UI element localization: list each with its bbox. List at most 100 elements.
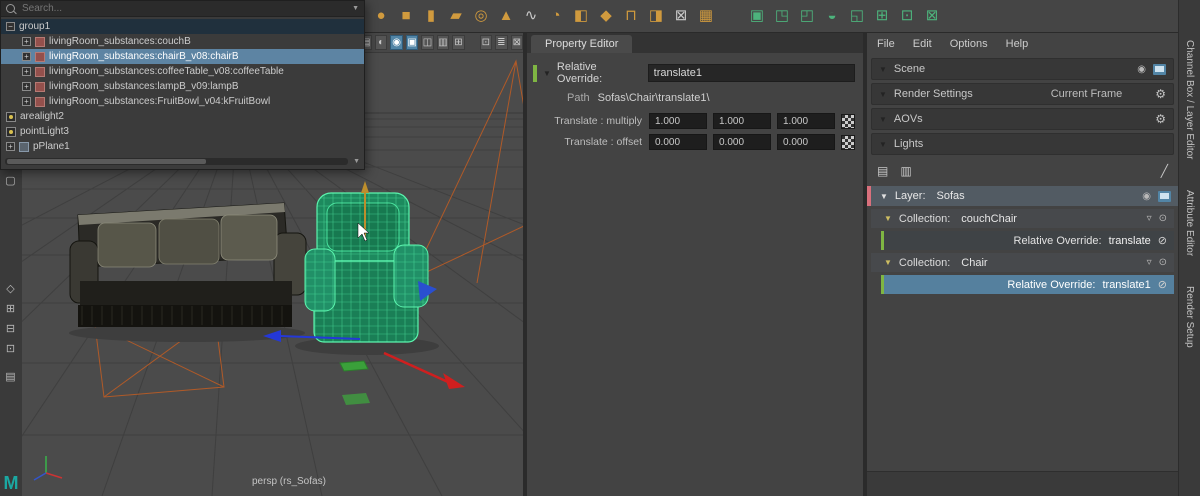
gear-icon[interactable]: ⚙: [1155, 87, 1166, 101]
shelf-render-icon-4[interactable]: ◒: [821, 3, 843, 29]
shelf-quaddraw-icon[interactable]: ▦: [695, 3, 717, 29]
outliner-item[interactable]: + livingRoom_substances:coffeeTable_v08:c…: [1, 64, 364, 79]
shelf-bridge-icon[interactable]: ⊓: [620, 3, 642, 29]
expand-toggle-icon[interactable]: +: [22, 82, 31, 91]
gear-icon[interactable]: ⚙: [1155, 112, 1166, 126]
shelf-render-icon-2[interactable]: ◳: [771, 3, 793, 29]
expand-toggle-icon[interactable]: +: [22, 37, 31, 46]
shelf-render-icon-8[interactable]: ⊠: [921, 3, 943, 29]
section-render-settings[interactable]: ▼ Render Settings Current Frame ⚙: [871, 83, 1174, 105]
outliner-item[interactable]: + livingRoom_substances:chairB_v08:chairB: [1, 49, 364, 64]
scrollbar-thumb[interactable]: [7, 159, 206, 164]
channel-list-icon[interactable]: ▤: [1, 369, 20, 385]
expand-toggle-icon[interactable]: +: [22, 67, 31, 76]
renderable-icon[interactable]: [1158, 190, 1171, 202]
disable-icon[interactable]: ⊘: [1158, 278, 1167, 291]
disable-icon[interactable]: ⊘: [1158, 234, 1167, 247]
layer-row-sofas[interactable]: ▼ Layer: Sofas ◉: [867, 186, 1178, 206]
vp-wireframe-icon[interactable]: ◉: [390, 35, 403, 50]
section-aovs[interactable]: ▼ AOVs ⚙: [871, 108, 1174, 130]
enable-toggle-icon[interactable]: ⊙: [1159, 257, 1167, 268]
menu-edit[interactable]: Edit: [913, 38, 932, 50]
expand-toggle-icon[interactable]: +: [22, 52, 31, 61]
override-row-translate1-selected[interactable]: Relative Override: translate1 ⊘: [881, 275, 1174, 294]
visibility-icon[interactable]: ◉: [1142, 191, 1151, 202]
outliner-item[interactable]: pointLight3: [1, 124, 364, 139]
expand-toggle-icon[interactable]: −: [6, 22, 15, 31]
search-input[interactable]: [20, 2, 348, 15]
multiply-x-input[interactable]: [649, 113, 707, 129]
collection-row-chair[interactable]: ▼ Collection: Chair ▿ ⊙: [871, 253, 1174, 272]
center-pivot-icon[interactable]: ⊡: [1, 341, 20, 357]
vp-textured-icon[interactable]: ◐: [374, 35, 388, 50]
shelf-render-icon-5[interactable]: ◱: [846, 3, 868, 29]
shelf-render-icon-1[interactable]: ▣: [746, 3, 768, 29]
tab-render-setup[interactable]: Render Setup: [1184, 286, 1195, 348]
shelf-cube-icon[interactable]: ■: [395, 3, 417, 29]
vp-panel-icon[interactable]: ⊠: [510, 35, 523, 50]
scroll-down-icon[interactable]: ▼: [353, 158, 360, 165]
filter-icon[interactable]: ▿: [1147, 257, 1152, 268]
scrollbar-track[interactable]: [5, 158, 348, 165]
scroll-up-icon[interactable]: ▼: [352, 5, 359, 12]
menu-file[interactable]: File: [877, 38, 895, 50]
shelf-multicut-icon[interactable]: ⊠: [670, 3, 692, 29]
collapse-triangle-icon[interactable]: ▼: [880, 192, 888, 201]
collapse-triangle-icon[interactable]: ▼: [884, 258, 892, 267]
visibility-icon[interactable]: ◉: [1137, 64, 1146, 75]
override-name-input[interactable]: [647, 64, 855, 82]
collapse-triangle-icon[interactable]: ▼: [879, 115, 887, 124]
expand-toggle-icon[interactable]: +: [6, 142, 15, 151]
shelf-render-icon-7[interactable]: ⊡: [896, 3, 918, 29]
menu-help[interactable]: Help: [1006, 38, 1029, 50]
multiply-z-input[interactable]: [777, 113, 835, 129]
shelf-plane-icon[interactable]: ▰: [445, 3, 467, 29]
outliner-item[interactable]: arealight2: [1, 109, 364, 124]
snap-mode-icon[interactable]: ◇: [1, 281, 20, 297]
vp-isolate-icon[interactable]: ▥: [436, 35, 450, 50]
shelf-cylinder-icon[interactable]: ▮: [420, 3, 442, 29]
expand-toggle-icon[interactable]: +: [22, 97, 31, 106]
shelf-torus-icon[interactable]: ◎: [470, 3, 492, 29]
vp-resolution-icon[interactable]: ≣: [495, 35, 508, 50]
tab-property-editor[interactable]: Property Editor: [531, 35, 633, 53]
grid-minus-icon[interactable]: ⊟: [1, 321, 20, 337]
shelf-sphere-icon[interactable]: ●: [370, 3, 392, 29]
vp-grid-icon[interactable]: ⊞: [452, 35, 465, 50]
offset-z-input[interactable]: [777, 134, 835, 150]
outliner-item[interactable]: + livingRoom_substances:FruitBowl_v04:kFr…: [1, 94, 364, 109]
shelf-extrude-icon[interactable]: ◨: [645, 3, 667, 29]
texture-slot-icon[interactable]: [841, 134, 855, 150]
vp-xray-icon[interactable]: ▣: [405, 35, 419, 50]
override-row-translate[interactable]: Relative Override: translate ⊘: [881, 231, 1174, 250]
renderable-icon[interactable]: [1153, 63, 1166, 75]
outliner-item[interactable]: + pPlane1: [1, 139, 364, 154]
outliner-item[interactable]: + livingRoom_substances:couchB: [1, 34, 364, 49]
multiply-y-input[interactable]: [713, 113, 771, 129]
menu-options[interactable]: Options: [950, 38, 988, 50]
collapse-triangle-icon[interactable]: ▼: [879, 65, 887, 74]
enable-toggle-icon[interactable]: ⊙: [1159, 213, 1167, 224]
vp-camera-icon[interactable]: ◫: [421, 35, 434, 50]
shelf-curve-icon[interactable]: ∿: [520, 3, 542, 29]
shelf-bevel-icon[interactable]: ◆: [595, 3, 617, 29]
collapse-triangle-icon[interactable]: ▼: [543, 69, 551, 78]
section-lights[interactable]: ▼ Lights: [871, 133, 1174, 155]
shelf-render-icon-3[interactable]: ◰: [796, 3, 818, 29]
tab-attribute-editor[interactable]: Attribute Editor: [1184, 190, 1195, 256]
edit-mode-icon[interactable]: ╱: [1161, 164, 1168, 178]
collection-row-couchchair[interactable]: ▼ Collection: couchChair ▿ ⊙: [871, 209, 1174, 228]
offset-y-input[interactable]: [713, 134, 771, 150]
collapse-triangle-icon[interactable]: ▼: [879, 90, 887, 99]
vp-filmgate-icon[interactable]: ⊡: [479, 35, 493, 50]
offset-x-input[interactable]: [649, 134, 707, 150]
collapse-triangle-icon[interactable]: ▼: [884, 214, 892, 223]
shelf-cone-icon[interactable]: ▲: [495, 3, 517, 29]
shelf-sculpt-icon[interactable]: ◔: [545, 3, 567, 29]
create-collection-icon[interactable]: ▥: [900, 164, 911, 178]
filter-icon[interactable]: ▿: [1147, 213, 1152, 224]
selection-mask-icon[interactable]: ▢: [1, 173, 20, 189]
outliner-item[interactable]: + livingRoom_substances:lampB_v09:lampB: [1, 79, 364, 94]
shelf-render-icon-6[interactable]: ⊞: [871, 3, 893, 29]
texture-slot-icon[interactable]: [841, 113, 855, 129]
